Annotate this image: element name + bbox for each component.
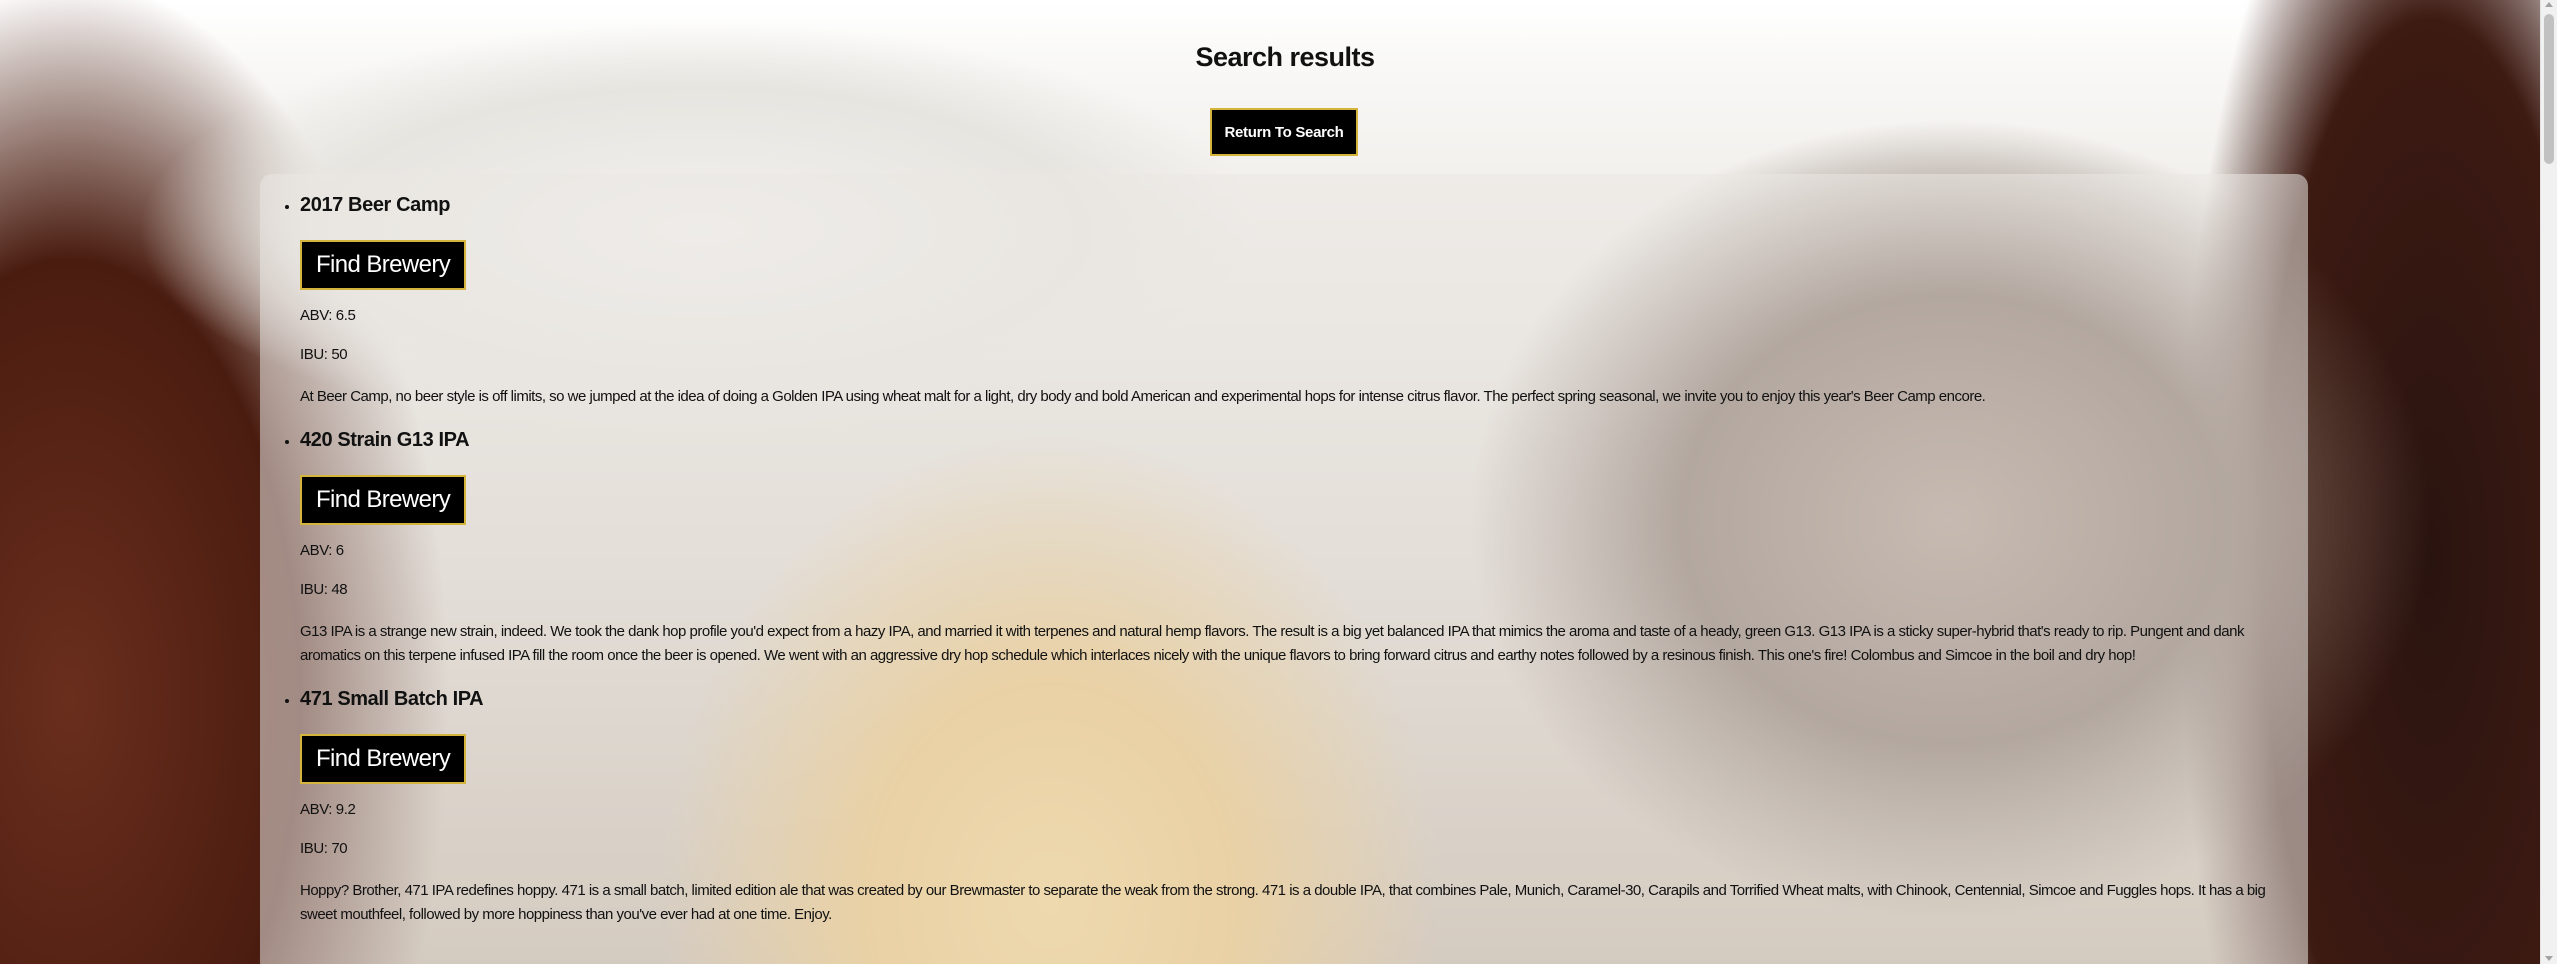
scrollbar-thumb[interactable] bbox=[2544, 14, 2554, 164]
beer-name: 471 Small Batch IPA bbox=[300, 688, 484, 710]
find-brewery-button[interactable]: Find Brewery bbox=[300, 475, 467, 525]
search-results-page: Search results Return To Search 2017 Bee… bbox=[0, 0, 2541, 964]
beer-name: 2017 Beer Camp bbox=[300, 194, 451, 216]
beer-abv: ABV: 6 bbox=[300, 542, 344, 559]
beer-ibu: IBU: 70 bbox=[300, 840, 348, 857]
vertical-scrollbar[interactable] bbox=[2540, 0, 2557, 964]
beer-name: 420 Strain G13 IPA bbox=[300, 429, 470, 451]
beer-result-item: 2017 Beer Camp Find Brewery ABV: 6.5 IBU… bbox=[300, 194, 2308, 409]
beer-description: Hoppy? Brother, 471 IPA redefines hoppy.… bbox=[300, 882, 2266, 923]
beer-description: At Beer Camp, no beer style is off limit… bbox=[300, 388, 1986, 405]
results-list: 2017 Beer Camp Find Brewery ABV: 6.5 IBU… bbox=[260, 174, 2308, 927]
page-title: Search results bbox=[1195, 42, 1375, 72]
scroll-down-arrow-icon[interactable] bbox=[2545, 956, 2553, 961]
beer-abv: ABV: 6.5 bbox=[300, 307, 356, 324]
beer-description: G13 IPA is a strange new strain, indeed.… bbox=[300, 623, 2244, 664]
beer-ibu: IBU: 48 bbox=[300, 581, 348, 598]
beer-result-item: 471 Small Batch IPA Find Brewery ABV: 9.… bbox=[300, 688, 2308, 927]
beer-ibu: IBU: 50 bbox=[300, 346, 348, 363]
find-brewery-button[interactable]: Find Brewery bbox=[300, 240, 467, 290]
beer-result-item: 420 Strain G13 IPA Find Brewery ABV: 6 I… bbox=[300, 429, 2308, 668]
find-brewery-button[interactable]: Find Brewery bbox=[300, 734, 467, 784]
return-to-search-button[interactable]: Return To Search bbox=[1210, 108, 1358, 156]
scroll-up-arrow-icon[interactable] bbox=[2545, 2, 2553, 7]
beer-abv: ABV: 9.2 bbox=[300, 801, 356, 818]
